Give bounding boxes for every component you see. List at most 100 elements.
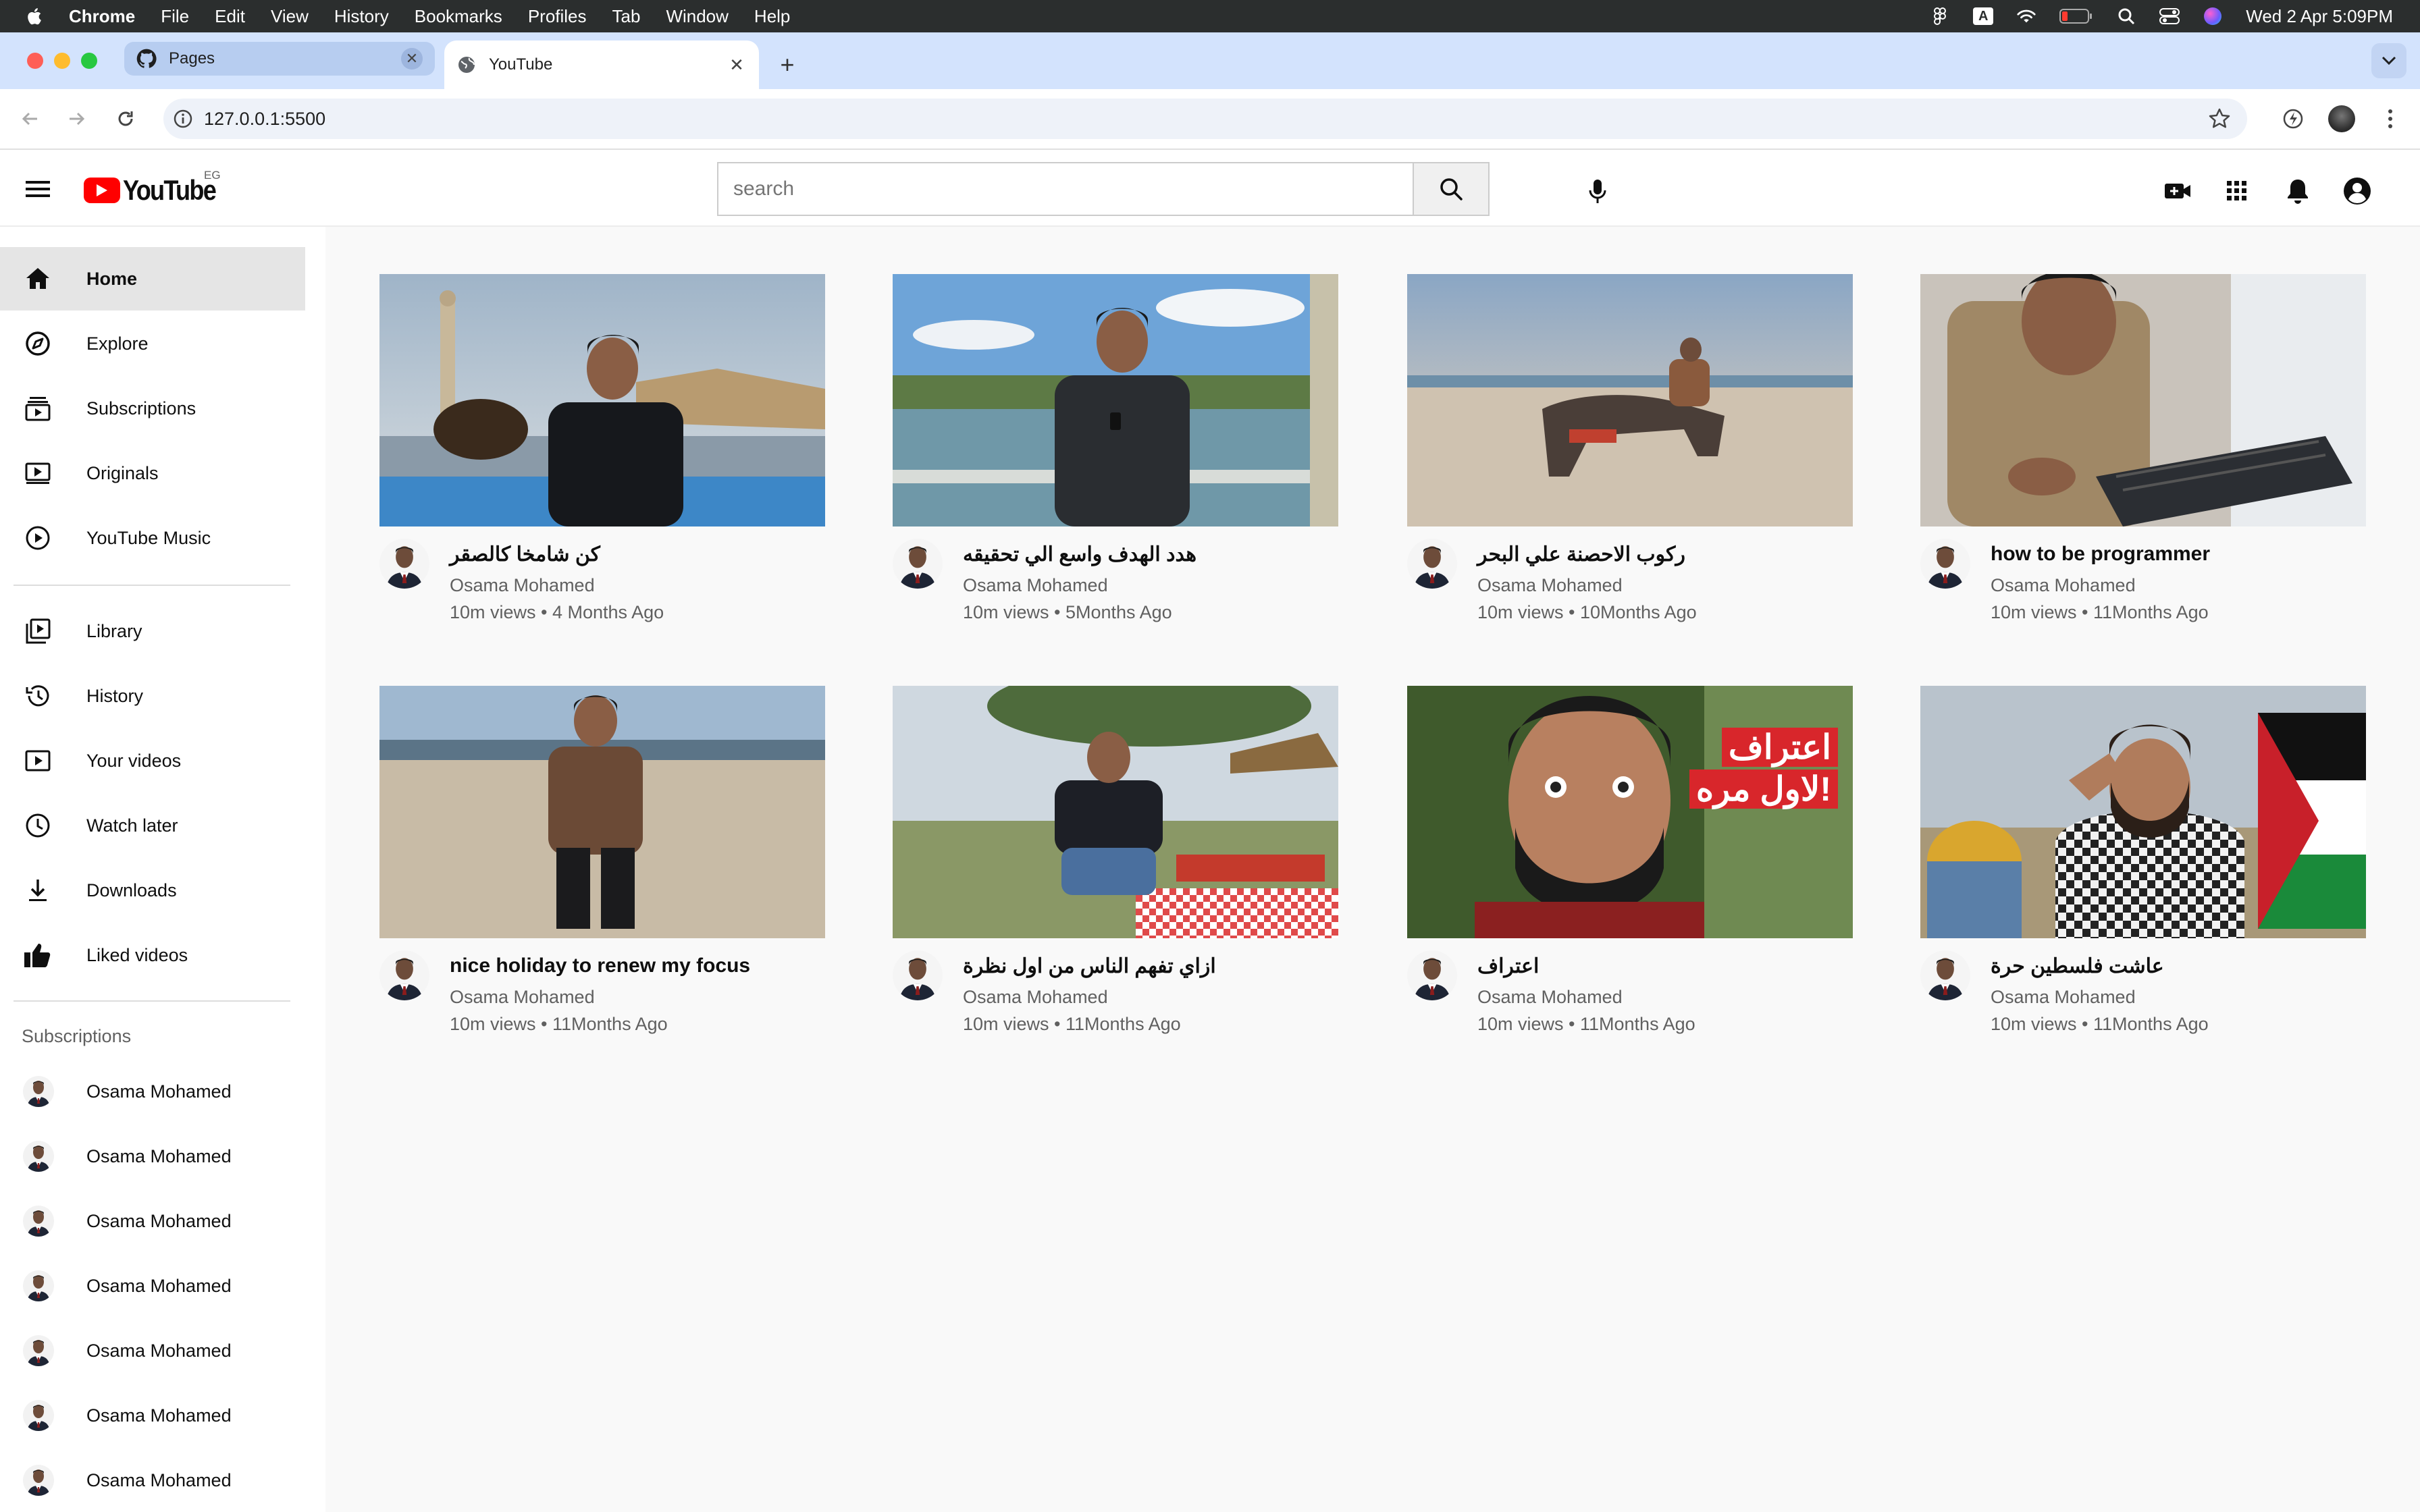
video-title[interactable]: how to be programmer — [1991, 543, 2210, 566]
menu-help[interactable]: Help — [754, 6, 790, 27]
video-channel-name[interactable]: Osama Mohamed — [963, 575, 1108, 596]
video-card[interactable]: ركوب الاحصنة علي البحر Osama Mohamed 10m… — [1407, 274, 1853, 639]
sidebar-item-downloads[interactable]: Downloads — [0, 859, 305, 922]
channel-avatar[interactable] — [1407, 539, 1457, 589]
video-title[interactable]: ازاي تفهم الناس من اول نظرة — [963, 954, 1216, 978]
close-tab-icon[interactable]: ✕ — [401, 48, 423, 70]
voice-search-button[interactable] — [1579, 173, 1616, 211]
tab-youtube[interactable]: YouTube ✕ — [444, 40, 759, 89]
menu-edit[interactable]: Edit — [215, 6, 245, 27]
tab-search-button[interactable] — [2371, 43, 2406, 78]
video-thumbnail[interactable] — [893, 274, 1338, 526]
close-window-button[interactable] — [27, 53, 43, 69]
input-source-icon[interactable]: A — [1973, 7, 1994, 25]
video-title[interactable]: هدد الهدف واسع الي تحقيقه — [963, 543, 1196, 566]
video-card[interactable]: how to be programmer Osama Mohamed 10m v… — [1920, 274, 2366, 639]
performance-icon[interactable] — [2278, 104, 2308, 134]
video-title[interactable]: كن شامخا كالصقر — [450, 543, 600, 566]
new-tab-button[interactable]: + — [774, 51, 801, 78]
sidebar-item-youtube-music[interactable]: YouTube Music — [0, 506, 305, 570]
video-card[interactable]: كن شامخا كالصقر Osama Mohamed 10m views … — [379, 274, 825, 639]
apple-logo-icon[interactable] — [26, 7, 42, 26]
menu-app-name[interactable]: Chrome — [69, 6, 135, 27]
address-bar[interactable]: 127.0.0.1:5500 — [163, 99, 2247, 139]
sidebar-item-explore[interactable]: Explore — [0, 312, 305, 375]
video-channel-name[interactable]: Osama Mohamed — [1477, 575, 1623, 596]
channel-avatar[interactable] — [1920, 950, 1970, 1000]
forward-button[interactable] — [63, 105, 90, 132]
siri-icon[interactable] — [2203, 7, 2223, 25]
url-text[interactable]: 127.0.0.1:5500 — [204, 109, 325, 130]
channel-avatar[interactable] — [1407, 950, 1457, 1000]
video-channel-name[interactable]: Osama Mohamed — [450, 987, 595, 1008]
video-card[interactable]: ازاي تفهم الناس من اول نظرة Osama Mohame… — [893, 686, 1338, 1050]
video-title[interactable]: ركوب الاحصنة علي البحر — [1477, 543, 1685, 566]
menu-bar-clock[interactable]: Wed 2 Apr 5:09PM — [2246, 6, 2393, 27]
channel-avatar[interactable] — [379, 950, 429, 1000]
video-thumbnail[interactable] — [379, 686, 825, 938]
sidebar-item-library[interactable]: Library — [0, 599, 305, 663]
hamburger-menu-icon[interactable] — [23, 176, 53, 202]
bookmark-star-icon[interactable] — [2208, 107, 2231, 130]
video-channel-name[interactable]: Osama Mohamed — [963, 987, 1108, 1008]
video-channel-name[interactable]: Osama Mohamed — [1991, 575, 2136, 596]
video-card[interactable]: اعتراف لاول مره! اعتراف Osama Mohamed 10… — [1407, 686, 1853, 1050]
video-channel-name[interactable]: Osama Mohamed — [1991, 987, 2136, 1008]
sidebar-item-originals[interactable]: Originals — [0, 441, 305, 505]
reload-button[interactable] — [112, 105, 139, 132]
menu-tab[interactable]: Tab — [612, 6, 641, 27]
minimize-window-button[interactable] — [54, 53, 70, 69]
menu-history[interactable]: History — [334, 6, 389, 27]
video-thumbnail[interactable] — [1920, 274, 2366, 526]
sidebar-item-liked-videos[interactable]: Liked videos — [0, 923, 305, 987]
figma-icon[interactable] — [1930, 7, 1950, 25]
video-title[interactable]: nice holiday to renew my focus — [450, 954, 750, 977]
account-icon[interactable] — [2340, 174, 2374, 208]
chrome-menu-icon[interactable] — [2375, 104, 2405, 134]
video-card[interactable]: عاشت فلسطين حرة Osama Mohamed 10m views … — [1920, 686, 2366, 1050]
sidebar-subscription-channel[interactable]: Osama Mohamed — [0, 1060, 305, 1123]
channel-avatar[interactable] — [1920, 539, 1970, 589]
menu-view[interactable]: View — [271, 6, 309, 27]
sidebar-item-history[interactable]: History — [0, 664, 305, 728]
apps-grid-icon[interactable] — [2220, 174, 2254, 208]
back-button[interactable] — [16, 105, 43, 132]
video-thumbnail[interactable]: اعتراف لاول مره! — [1407, 686, 1853, 938]
video-title[interactable]: عاشت فلسطين حرة — [1991, 954, 2164, 978]
tab-pages[interactable]: Pages ✕ — [124, 42, 435, 76]
sidebar-subscription-channel[interactable]: Osama Mohamed — [0, 1449, 305, 1512]
youtube-logo[interactable]: YouTube EG — [84, 169, 230, 207]
video-channel-name[interactable]: Osama Mohamed — [1477, 987, 1623, 1008]
create-video-icon[interactable] — [2161, 174, 2194, 208]
menu-file[interactable]: File — [161, 6, 189, 27]
channel-avatar[interactable] — [379, 539, 429, 589]
profile-avatar[interactable] — [2327, 104, 2357, 134]
sidebar-subscription-channel[interactable]: Osama Mohamed — [0, 1254, 305, 1318]
sidebar-item-subscriptions[interactable]: Subscriptions — [0, 377, 305, 440]
video-thumbnail[interactable] — [893, 686, 1338, 938]
spotlight-search-icon[interactable] — [2116, 7, 2136, 25]
video-card[interactable]: هدد الهدف واسع الي تحقيقه Osama Mohamed … — [893, 274, 1338, 639]
video-thumbnail[interactable] — [1407, 274, 1853, 526]
control-center-icon[interactable] — [2159, 7, 2180, 25]
search-button[interactable] — [1413, 163, 1488, 215]
search-input[interactable] — [718, 163, 1413, 215]
menu-bookmarks[interactable]: Bookmarks — [415, 6, 502, 27]
zoom-window-button[interactable] — [81, 53, 97, 69]
video-thumbnail[interactable] — [379, 274, 825, 526]
sidebar-subscription-channel[interactable]: Osama Mohamed — [0, 1125, 305, 1188]
video-card[interactable]: nice holiday to renew my focus Osama Moh… — [379, 686, 825, 1050]
video-channel-name[interactable]: Osama Mohamed — [450, 575, 595, 596]
sidebar-item-watch-later[interactable]: Watch later — [0, 794, 305, 857]
sidebar-item-home[interactable]: Home — [0, 247, 305, 310]
notifications-bell-icon[interactable] — [2281, 174, 2315, 208]
sidebar-subscription-channel[interactable]: Osama Mohamed — [0, 1319, 305, 1382]
battery-icon[interactable] — [2059, 7, 2093, 25]
channel-avatar[interactable] — [893, 539, 943, 589]
sidebar-subscription-channel[interactable]: Osama Mohamed — [0, 1189, 305, 1253]
site-info-icon[interactable] — [173, 109, 193, 129]
video-thumbnail[interactable] — [1920, 686, 2366, 938]
channel-avatar[interactable] — [893, 950, 943, 1000]
video-title[interactable]: اعتراف — [1477, 954, 1539, 978]
sidebar-subscription-channel[interactable]: Osama Mohamed — [0, 1384, 305, 1447]
